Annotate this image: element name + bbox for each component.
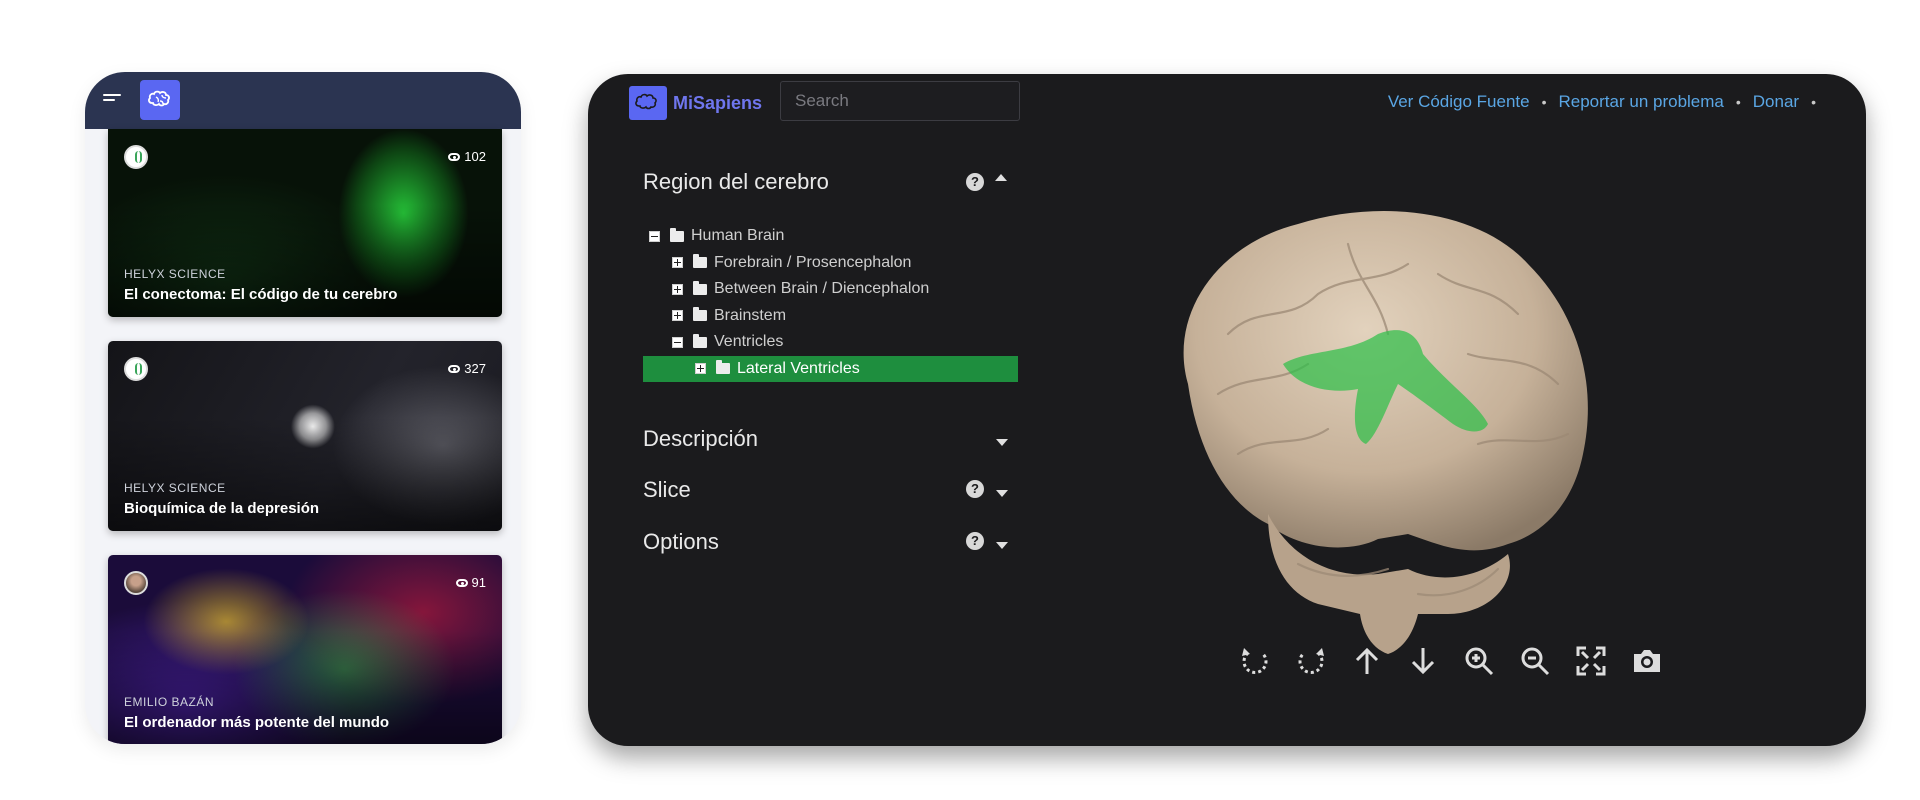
brain-3d-viewer[interactable] (1148, 184, 1628, 654)
article-card[interactable]: 91 EMILIO BAZÁN El ordenador más potente… (108, 555, 502, 744)
top-navigation: Ver Código Fuente • Reportar un problema… (1388, 92, 1816, 112)
region-tree: Human Brain Forebrain / Prosencephalon B… (643, 223, 1018, 382)
dna-icon (124, 145, 148, 169)
article-card[interactable]: 327 HELYX SCIENCE Bioquímica de la depre… (108, 341, 502, 531)
expand-icon[interactable] (996, 542, 1008, 549)
arrow-down-icon[interactable] (1406, 644, 1440, 678)
menu-icon[interactable] (103, 94, 121, 108)
brain-viewer-app: MiSapiens Ver Código Fuente • Reportar u… (588, 74, 1866, 746)
fullscreen-icon[interactable] (1574, 644, 1608, 678)
view-count: 327 (448, 361, 486, 376)
card-author: HELYX SCIENCE (124, 481, 226, 495)
article-list: 102 HELYX SCIENCE El conectoma: El códig… (108, 129, 502, 744)
eye-icon (455, 578, 468, 587)
eye-icon (448, 152, 461, 161)
search-input[interactable] (780, 81, 1020, 121)
dna-icon (124, 357, 148, 381)
expand-toggle-icon[interactable] (672, 310, 683, 322)
mobile-app-mockup: 102 HELYX SCIENCE El conectoma: El códig… (85, 72, 521, 744)
nav-source-code-link[interactable]: Ver Código Fuente (1388, 92, 1530, 112)
expand-icon[interactable] (996, 439, 1008, 446)
folder-icon (693, 307, 707, 322)
rotate-right-icon[interactable] (1294, 644, 1328, 678)
collapse-toggle-icon[interactable] (649, 230, 660, 242)
tree-item-ventricles[interactable]: Ventricles (643, 329, 1018, 356)
card-author: EMILIO BAZÁN (124, 695, 215, 709)
zoom-out-icon[interactable] (1518, 644, 1552, 678)
tree-item-forebrain[interactable]: Forebrain / Prosencephalon (643, 250, 1018, 277)
help-icon[interactable]: ? (966, 173, 984, 191)
nav-report-issue-link[interactable]: Reportar un problema (1559, 92, 1724, 112)
panel-title-slice[interactable]: Slice (643, 477, 691, 503)
brain-logo-icon[interactable] (140, 80, 180, 120)
viewer-toolbar (1238, 644, 1664, 678)
separator: • (1811, 94, 1816, 110)
panel-title-description[interactable]: Descripción (643, 426, 758, 452)
separator: • (1735, 94, 1741, 110)
panel-title-options[interactable]: Options (643, 529, 719, 555)
card-author: HELYX SCIENCE (124, 267, 226, 281)
nav-donate-link[interactable]: Donar (1753, 92, 1799, 112)
tree-item-lateral-ventricles[interactable]: Lateral Ventricles (643, 355, 1018, 382)
camera-icon[interactable] (1630, 644, 1664, 678)
view-count: 91 (455, 575, 486, 590)
arrow-up-icon[interactable] (1350, 644, 1384, 678)
help-icon[interactable]: ? (966, 480, 984, 498)
tree-item-diencephalon[interactable]: Between Brain / Diencephalon (643, 276, 1018, 303)
rotate-left-icon[interactable] (1238, 644, 1272, 678)
collapse-toggle-icon[interactable] (672, 336, 683, 348)
expand-toggle-icon[interactable] (672, 257, 683, 269)
zoom-in-icon[interactable] (1462, 644, 1496, 678)
brand[interactable]: MiSapiens (629, 86, 762, 120)
expand-toggle-icon[interactable] (695, 363, 706, 375)
help-icon[interactable]: ? (966, 532, 984, 550)
separator: • (1541, 94, 1547, 110)
expand-icon[interactable] (996, 490, 1008, 497)
tree-item-brainstem[interactable]: Brainstem (643, 303, 1018, 330)
folder-icon (670, 227, 684, 242)
article-card[interactable]: 102 HELYX SCIENCE El conectoma: El códig… (108, 129, 502, 317)
card-title: El conectoma: El código de tu cerebro (124, 286, 398, 303)
folder-icon (693, 280, 707, 295)
panel-title-region[interactable]: Region del cerebro (643, 169, 829, 195)
brain-logo-icon (629, 86, 667, 120)
view-count: 102 (448, 149, 486, 164)
avatar (124, 571, 148, 595)
mobile-header (85, 72, 521, 129)
folder-icon (693, 254, 707, 269)
folder-icon (716, 360, 730, 375)
card-title: El ordenador más potente del mundo (124, 714, 390, 731)
tree-item-human-brain[interactable]: Human Brain (643, 223, 1018, 250)
collapse-icon[interactable] (995, 174, 1007, 181)
eye-icon (448, 364, 461, 373)
expand-toggle-icon[interactable] (672, 283, 683, 295)
folder-icon (693, 333, 707, 348)
card-title: Bioquímica de la depresión (124, 500, 320, 517)
brand-name: MiSapiens (673, 92, 763, 113)
